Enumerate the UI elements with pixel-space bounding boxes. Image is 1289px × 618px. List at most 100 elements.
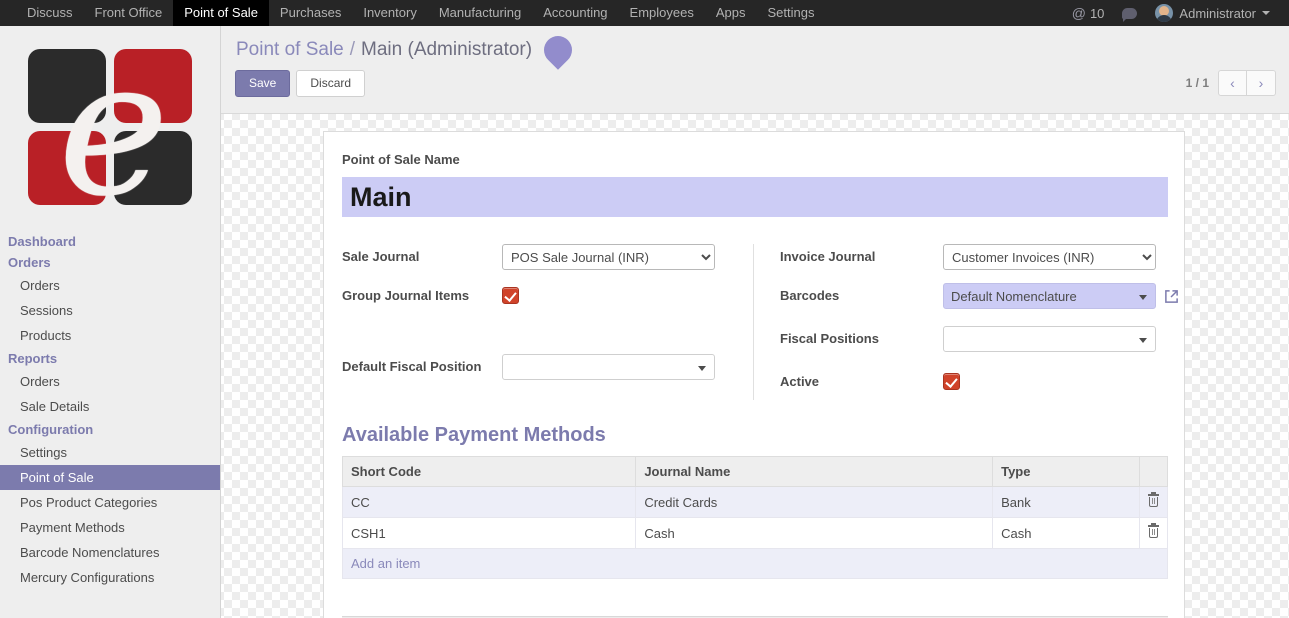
sidebar-item-report-orders[interactable]: Orders (0, 369, 220, 394)
user-name: Administrator (1179, 6, 1256, 21)
column-header-short-code[interactable]: Short Code (343, 457, 636, 487)
sidebar-item-barcode-nomenclatures[interactable]: Barcode Nomenclatures (0, 540, 220, 565)
cell-journal-name: Credit Cards (636, 487, 993, 518)
company-logo[interactable]: e (0, 26, 221, 231)
pos-name-label: Point of Sale Name (342, 152, 1166, 167)
nav-item-point-of-sale[interactable]: Point of Sale (173, 0, 269, 26)
form-sheet: Point of Sale Name Sale Journal POS Sale… (323, 131, 1185, 618)
sidebar-item-point-of-sale[interactable]: Point of Sale (0, 465, 220, 490)
cell-type: Bank (993, 487, 1140, 518)
sidebar-item-orders[interactable]: Orders (0, 273, 220, 298)
avatar (1155, 4, 1173, 22)
nav-item-inventory[interactable]: Inventory (352, 0, 427, 26)
messaging-menu[interactable] (1113, 0, 1146, 26)
nav-item-manufacturing[interactable]: Manufacturing (428, 0, 532, 26)
field-barcodes: Barcodes Default Nomenclature (780, 283, 1166, 314)
payment-methods-title: Available Payment Methods (342, 424, 1166, 447)
cell-short-code: CC (343, 487, 636, 518)
chevron-right-icon[interactable]: › (1247, 70, 1276, 96)
default-fiscal-position-input[interactable] (502, 354, 715, 380)
chevron-down-icon (1139, 295, 1147, 300)
user-menu[interactable]: Administrator (1146, 0, 1279, 26)
save-button[interactable]: Save (235, 70, 290, 97)
trash-icon[interactable] (1148, 525, 1159, 538)
payment-methods-table: Short Code Journal Name Type CC Credit C… (342, 456, 1168, 579)
sidebar-menu: Dashboard Orders Orders Sessions Product… (0, 231, 220, 590)
sidebar-item-products[interactable]: Products (0, 323, 220, 348)
breadcrumb-separator: / (350, 39, 355, 61)
form-column-right: Invoice Journal Customer Invoices (INR) … (753, 244, 1166, 400)
sidebar-item-payment-methods[interactable]: Payment Methods (0, 515, 220, 540)
caret-down-icon (1262, 11, 1270, 15)
pos-name-input[interactable] (342, 177, 1168, 217)
table-header-row: Short Code Journal Name Type (343, 457, 1168, 487)
map-pin-icon (538, 30, 578, 70)
breadcrumb: Point of Sale / Main (Administrator) (236, 36, 572, 64)
group-journal-items-checkbox[interactable] (502, 287, 519, 304)
add-item-row[interactable]: Add an item (343, 549, 1168, 579)
fiscal-positions-label: Fiscal Positions (780, 326, 943, 347)
active-checkbox[interactable] (943, 373, 960, 390)
nav-item-purchases[interactable]: Purchases (269, 0, 352, 26)
barcodes-label: Barcodes (780, 283, 943, 304)
sale-journal-select[interactable]: POS Sale Journal (INR) (502, 244, 715, 270)
sidebar: e Dashboard Orders Orders Sessions Produ… (0, 26, 221, 618)
chat-bubble-icon (1122, 8, 1137, 19)
content-header: Point of Sale / Main (Administrator) Sav… (221, 26, 1289, 114)
mention-count: 10 (1090, 6, 1104, 21)
sidebar-group-configuration: Configuration (0, 419, 220, 440)
sidebar-item-settings[interactable]: Settings (0, 440, 220, 465)
sidebar-item-sessions[interactable]: Sessions (0, 298, 220, 323)
mentions-indicator[interactable]: @ 10 (1063, 0, 1114, 26)
group-journal-items-label: Group Journal Items (342, 283, 502, 304)
column-header-journal-name[interactable]: Journal Name (636, 457, 993, 487)
breadcrumb-root[interactable]: Point of Sale (236, 39, 344, 61)
nav-item-employees[interactable]: Employees (619, 0, 705, 26)
field-active: Active (780, 369, 1166, 400)
sidebar-item-mercury-configurations[interactable]: Mercury Configurations (0, 565, 220, 590)
navbar-menu: Discuss Front Office Point of Sale Purch… (0, 0, 825, 26)
chevron-down-icon (1139, 338, 1147, 343)
table-row[interactable]: CSH1 Cash Cash (343, 518, 1168, 549)
chevron-left-icon[interactable]: ‹ (1218, 70, 1247, 96)
nav-item-settings[interactable]: Settings (757, 0, 826, 26)
column-header-type[interactable]: Type (993, 457, 1140, 487)
invoice-journal-select[interactable]: Customer Invoices (INR) (943, 244, 1156, 270)
form-column-left: Sale Journal POS Sale Journal (INR) Grou… (342, 244, 753, 400)
pager-label: 1 / 1 (1186, 76, 1209, 90)
cell-delete (1139, 518, 1167, 549)
barcodes-input[interactable]: Default Nomenclature (943, 283, 1156, 309)
active-label: Active (780, 369, 943, 390)
sidebar-item-pos-product-categories[interactable]: Pos Product Categories (0, 490, 220, 515)
navbar-systray: @ 10 Administrator (1063, 0, 1289, 26)
logo-letter: e (44, 39, 184, 219)
cell-type: Cash (993, 518, 1140, 549)
trash-icon[interactable] (1148, 494, 1159, 507)
add-item-label[interactable]: Add an item (343, 549, 1168, 579)
cell-journal-name: Cash (636, 518, 993, 549)
external-link-icon[interactable] (1164, 289, 1179, 304)
field-group-journal-items: Group Journal Items (342, 283, 753, 314)
nav-item-apps[interactable]: Apps (705, 0, 757, 26)
discard-button[interactable]: Discard (296, 70, 365, 97)
field-fiscal-positions: Fiscal Positions (780, 326, 1166, 357)
nav-item-accounting[interactable]: Accounting (532, 0, 618, 26)
default-fiscal-position-label: Default Fiscal Position (342, 354, 502, 375)
app-root: Discuss Front Office Point of Sale Purch… (0, 0, 1289, 618)
nav-item-discuss[interactable]: Discuss (16, 0, 84, 26)
field-default-fiscal-position: Default Fiscal Position (342, 354, 753, 385)
column-header-actions (1139, 457, 1167, 487)
fiscal-positions-input[interactable] (943, 326, 1156, 352)
cell-delete (1139, 487, 1167, 518)
cell-short-code: CSH1 (343, 518, 636, 549)
form-columns: Sale Journal POS Sale Journal (INR) Grou… (342, 244, 1166, 400)
chevron-down-icon (698, 366, 706, 371)
table-row[interactable]: CC Credit Cards Bank (343, 487, 1168, 518)
sidebar-group-orders: Orders (0, 252, 220, 273)
sidebar-group-reports: Reports (0, 348, 220, 369)
sale-journal-label: Sale Journal (342, 244, 502, 265)
form-action-buttons: Save Discard (235, 70, 365, 97)
at-icon: @ (1072, 5, 1086, 21)
sidebar-item-sale-details[interactable]: Sale Details (0, 394, 220, 419)
nav-item-front-office[interactable]: Front Office (84, 0, 174, 26)
